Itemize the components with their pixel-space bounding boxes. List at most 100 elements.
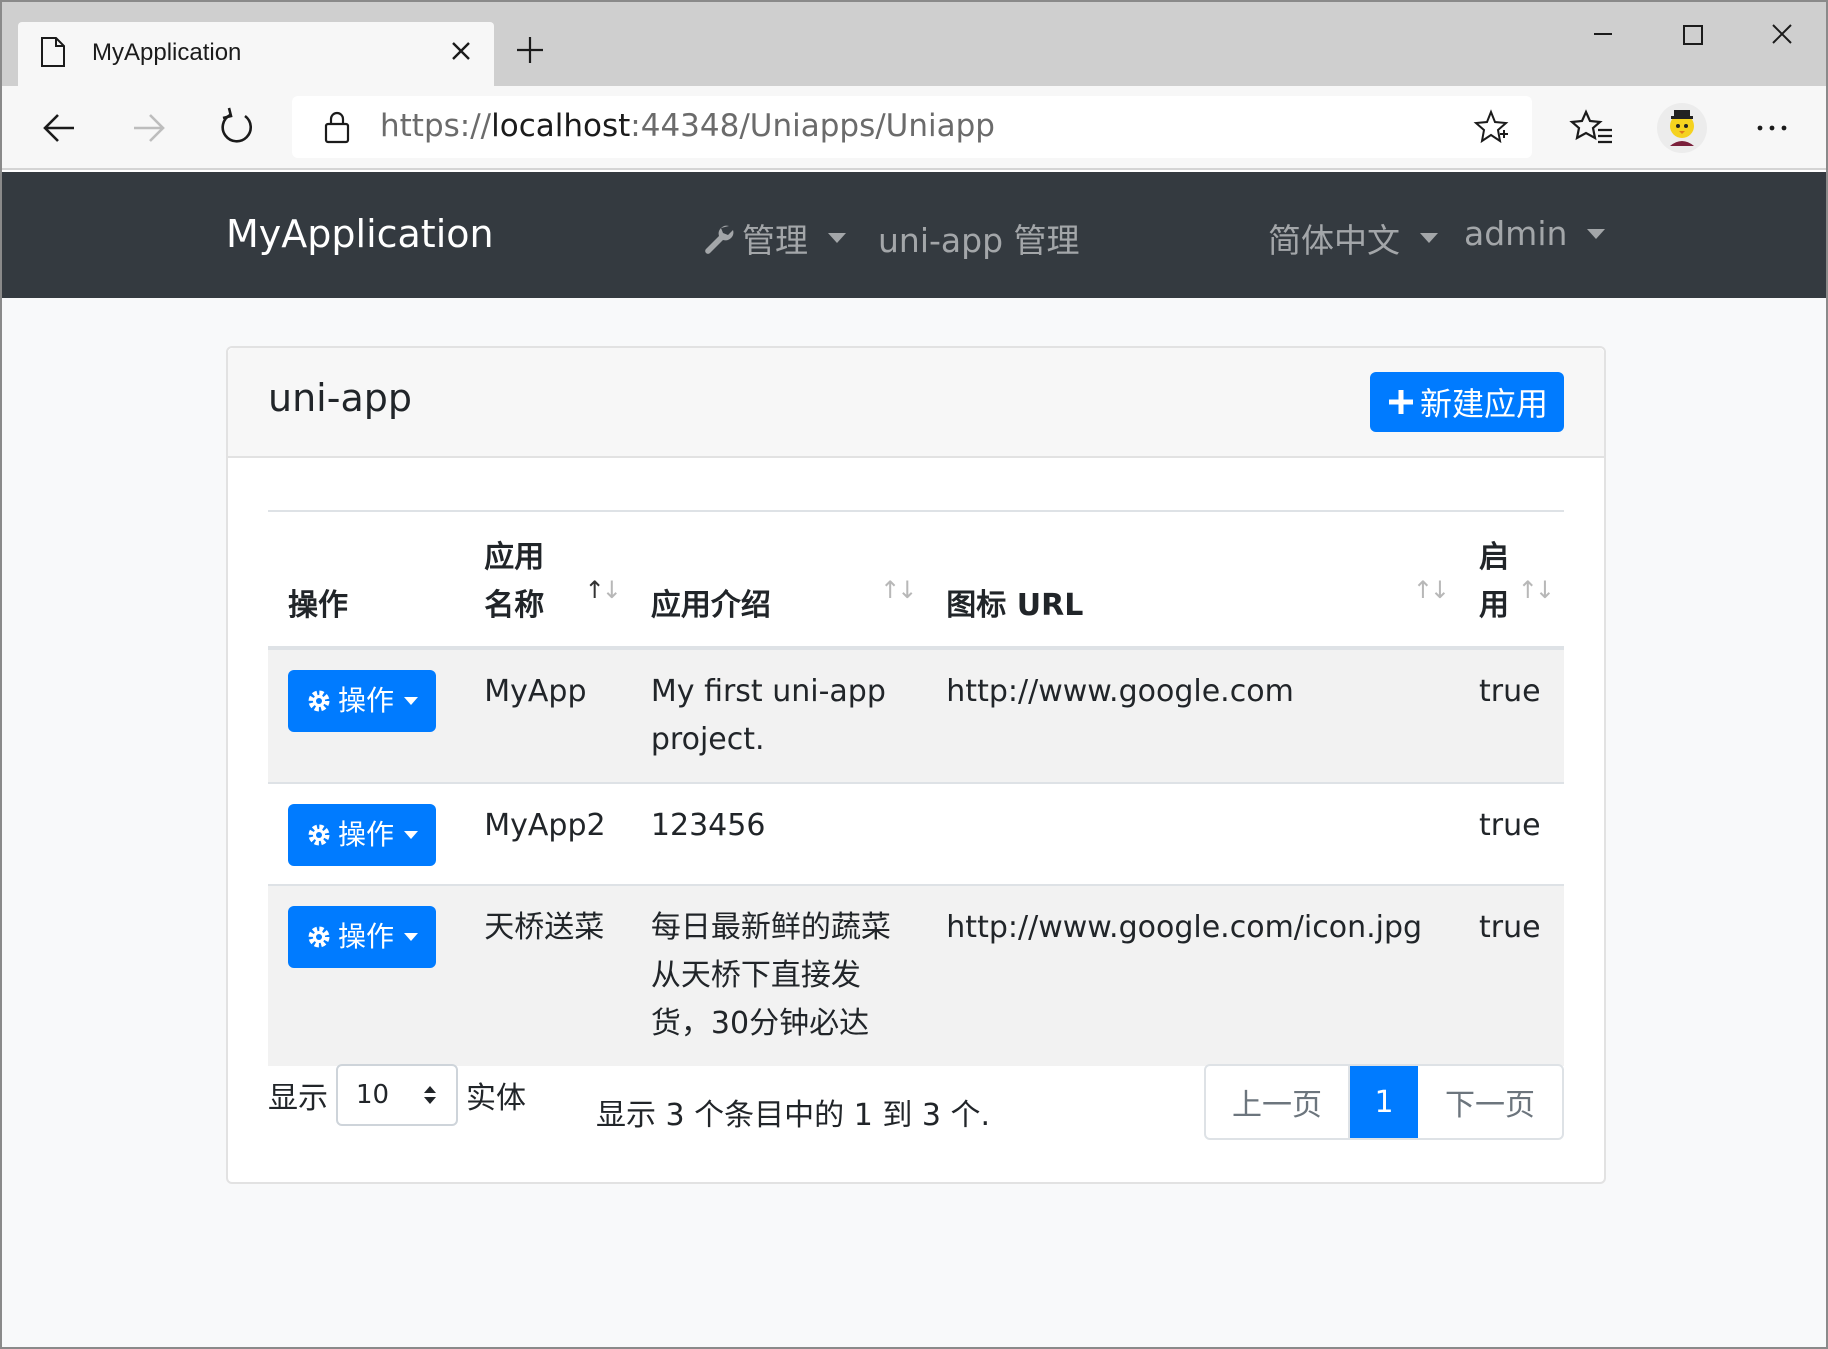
back-icon[interactable] bbox=[36, 104, 84, 152]
chevron-down-icon bbox=[404, 933, 419, 941]
column-header-enabled[interactable]: 启用 ↑↓ bbox=[1459, 511, 1564, 648]
new-tab-icon[interactable] bbox=[512, 32, 548, 68]
chevron-down-icon bbox=[1587, 228, 1606, 239]
chevron-down-icon bbox=[404, 831, 419, 839]
cell-name: MyApp2 bbox=[464, 782, 631, 885]
cell-action: 操作 bbox=[268, 782, 465, 885]
row-action-button[interactable]: 操作 bbox=[288, 906, 437, 968]
table-row: 操作 天桥送菜 每日最新鲜的蔬菜从天桥下直接发货，30分钟必达 http://w… bbox=[268, 884, 1564, 1066]
pagination: 上一页 1 下一页 bbox=[1204, 1064, 1564, 1140]
card-header: uni-app 新建应用 bbox=[228, 348, 1604, 458]
cell-enabled: true bbox=[1459, 647, 1564, 783]
favorites-icon[interactable] bbox=[1568, 104, 1616, 152]
maximize-icon[interactable] bbox=[1662, 14, 1722, 54]
row-action-button[interactable]: 操作 bbox=[288, 804, 437, 866]
row-action-label: 操作 bbox=[338, 684, 395, 717]
page-length-control: 显示 10 实体 bbox=[268, 1064, 526, 1126]
cell-name: 天桥送菜 bbox=[464, 884, 631, 1066]
uniapp-card: uni-app 新建应用 操作 应用名称 ↑↓ 应用介绍 ↑↓ 图标 URL ↑↓ 启… bbox=[226, 346, 1606, 1184]
cell-description: 每日最新鲜的蔬菜从天桥下直接发货，30分钟必达 bbox=[630, 884, 927, 1066]
cell-description: 123456 bbox=[630, 782, 927, 885]
nav-manage-dropdown[interactable]: 管理 bbox=[702, 214, 846, 262]
cell-description: My first uni-app project. bbox=[630, 647, 927, 783]
cell-name: MyApp bbox=[464, 647, 631, 783]
pagination-prev[interactable]: 上一页 bbox=[1206, 1066, 1350, 1138]
table-row: 操作 MyApp My first uni-app project. http:… bbox=[268, 647, 1564, 783]
nav-language-dropdown[interactable]: 简体中文 bbox=[1268, 214, 1438, 262]
chevron-down-icon bbox=[828, 233, 846, 243]
plus-icon bbox=[1388, 390, 1413, 414]
tab-strip: MyApplication bbox=[2, 2, 1826, 86]
new-app-label: 新建应用 bbox=[1419, 385, 1548, 423]
sort-asc-icon: ↑↓ bbox=[584, 576, 622, 604]
cell-enabled: true bbox=[1459, 884, 1564, 1066]
gear-icon bbox=[308, 824, 330, 846]
column-header-icon-url[interactable]: 图标 URL ↑↓ bbox=[926, 511, 1459, 648]
select-arrows-icon bbox=[424, 1086, 436, 1104]
close-tab-icon[interactable] bbox=[446, 36, 476, 66]
nav-manage-label: 管理 bbox=[742, 221, 808, 260]
profile-avatar[interactable] bbox=[1656, 102, 1708, 154]
table-row: 操作 MyApp2 123456 true bbox=[268, 782, 1564, 885]
url-path: :44348/Uniapps/Uniapp bbox=[630, 108, 995, 144]
main-content: uni-app 新建应用 操作 应用名称 ↑↓ 应用介绍 ↑↓ 图标 URL ↑↓ 启… bbox=[2, 298, 1826, 1347]
forward-icon[interactable] bbox=[124, 104, 172, 152]
column-label: 应用介绍 bbox=[650, 588, 771, 623]
column-header-name[interactable]: 应用名称 ↑↓ bbox=[464, 511, 631, 648]
show-label: 显示 bbox=[268, 1081, 328, 1116]
cell-action: 操作 bbox=[268, 884, 465, 1066]
row-action-label: 操作 bbox=[338, 818, 395, 851]
browser-tab[interactable]: MyApplication bbox=[18, 22, 494, 86]
sort-icon: ↑↓ bbox=[880, 576, 917, 604]
window-close-icon[interactable] bbox=[1752, 14, 1812, 54]
gear-icon bbox=[308, 690, 330, 712]
column-label: 应用名称 bbox=[484, 540, 545, 623]
pagination-page-current[interactable]: 1 bbox=[1350, 1066, 1418, 1138]
url-host: localhost bbox=[491, 108, 631, 144]
nav-user-dropdown[interactable]: admin bbox=[1464, 214, 1606, 253]
gear-icon bbox=[308, 926, 330, 948]
new-app-button[interactable]: 新建应用 bbox=[1370, 372, 1564, 432]
column-label: 操作 bbox=[288, 588, 348, 623]
nav-user-label: admin bbox=[1464, 214, 1568, 253]
cell-icon-url: http://www.google.com bbox=[926, 647, 1460, 783]
page-size-select[interactable]: 10 bbox=[336, 1064, 458, 1126]
apps-table: 操作 应用名称 ↑↓ 应用介绍 ↑↓ 图标 URL ↑↓ 启用 ↑↓ 操作 My… bbox=[268, 510, 1564, 1066]
page-size-value: 10 bbox=[356, 1080, 390, 1110]
entries-label: 实体 bbox=[466, 1081, 526, 1116]
more-icon[interactable] bbox=[1748, 104, 1796, 152]
pagination-next[interactable]: 下一页 bbox=[1418, 1066, 1562, 1138]
column-label: 图标 URL bbox=[946, 588, 1084, 623]
chevron-down-icon bbox=[404, 697, 419, 705]
browser-window: MyApplication https://localhost:44348/Un… bbox=[0, 0, 1828, 1349]
cell-icon-url bbox=[926, 782, 1460, 885]
cell-enabled: true bbox=[1459, 782, 1564, 885]
row-action-label: 操作 bbox=[338, 920, 395, 953]
chevron-down-icon bbox=[1420, 233, 1438, 243]
nav-language-label: 简体中文 bbox=[1268, 221, 1400, 260]
column-label: 启用 bbox=[1479, 540, 1510, 623]
navbar-brand[interactable]: MyApplication bbox=[226, 212, 494, 256]
cell-action: 操作 bbox=[268, 647, 465, 783]
app-navbar: MyApplication 管理 uni-app 管理 简体中文 admin bbox=[2, 172, 1826, 298]
column-header-description[interactable]: 应用介绍 ↑↓ bbox=[631, 511, 926, 648]
card-title: uni-app bbox=[268, 376, 412, 420]
row-action-button[interactable]: 操作 bbox=[288, 670, 437, 732]
page-icon bbox=[41, 37, 65, 67]
sort-icon: ↑↓ bbox=[1517, 576, 1555, 604]
sort-icon: ↑↓ bbox=[1412, 576, 1450, 604]
wrench-icon bbox=[705, 225, 734, 254]
tab-title: MyApplication bbox=[92, 39, 242, 66]
cell-icon-url: http://www.google.com/icon.jpg bbox=[926, 884, 1460, 1066]
minimize-icon[interactable] bbox=[1572, 14, 1632, 54]
table-info: 显示 3 个条目中的 1 到 3 个. bbox=[596, 1098, 991, 1133]
add-favorite-icon[interactable] bbox=[1472, 108, 1510, 146]
reload-icon[interactable] bbox=[212, 104, 260, 152]
url-scheme: https:// bbox=[380, 108, 492, 144]
lock-icon bbox=[324, 111, 350, 144]
column-header-actions: 操作 bbox=[268, 511, 464, 648]
nav-uniapp-manage[interactable]: uni-app 管理 bbox=[878, 214, 1080, 262]
table-header-row: 操作 应用名称 ↑↓ 应用介绍 ↑↓ 图标 URL ↑↓ 启用 ↑↓ bbox=[268, 511, 1564, 648]
address-bar[interactable]: https://localhost:44348/Uniapps/Uniapp bbox=[292, 96, 1532, 158]
browser-toolbar: https://localhost:44348/Uniapps/Uniapp bbox=[2, 86, 1826, 170]
